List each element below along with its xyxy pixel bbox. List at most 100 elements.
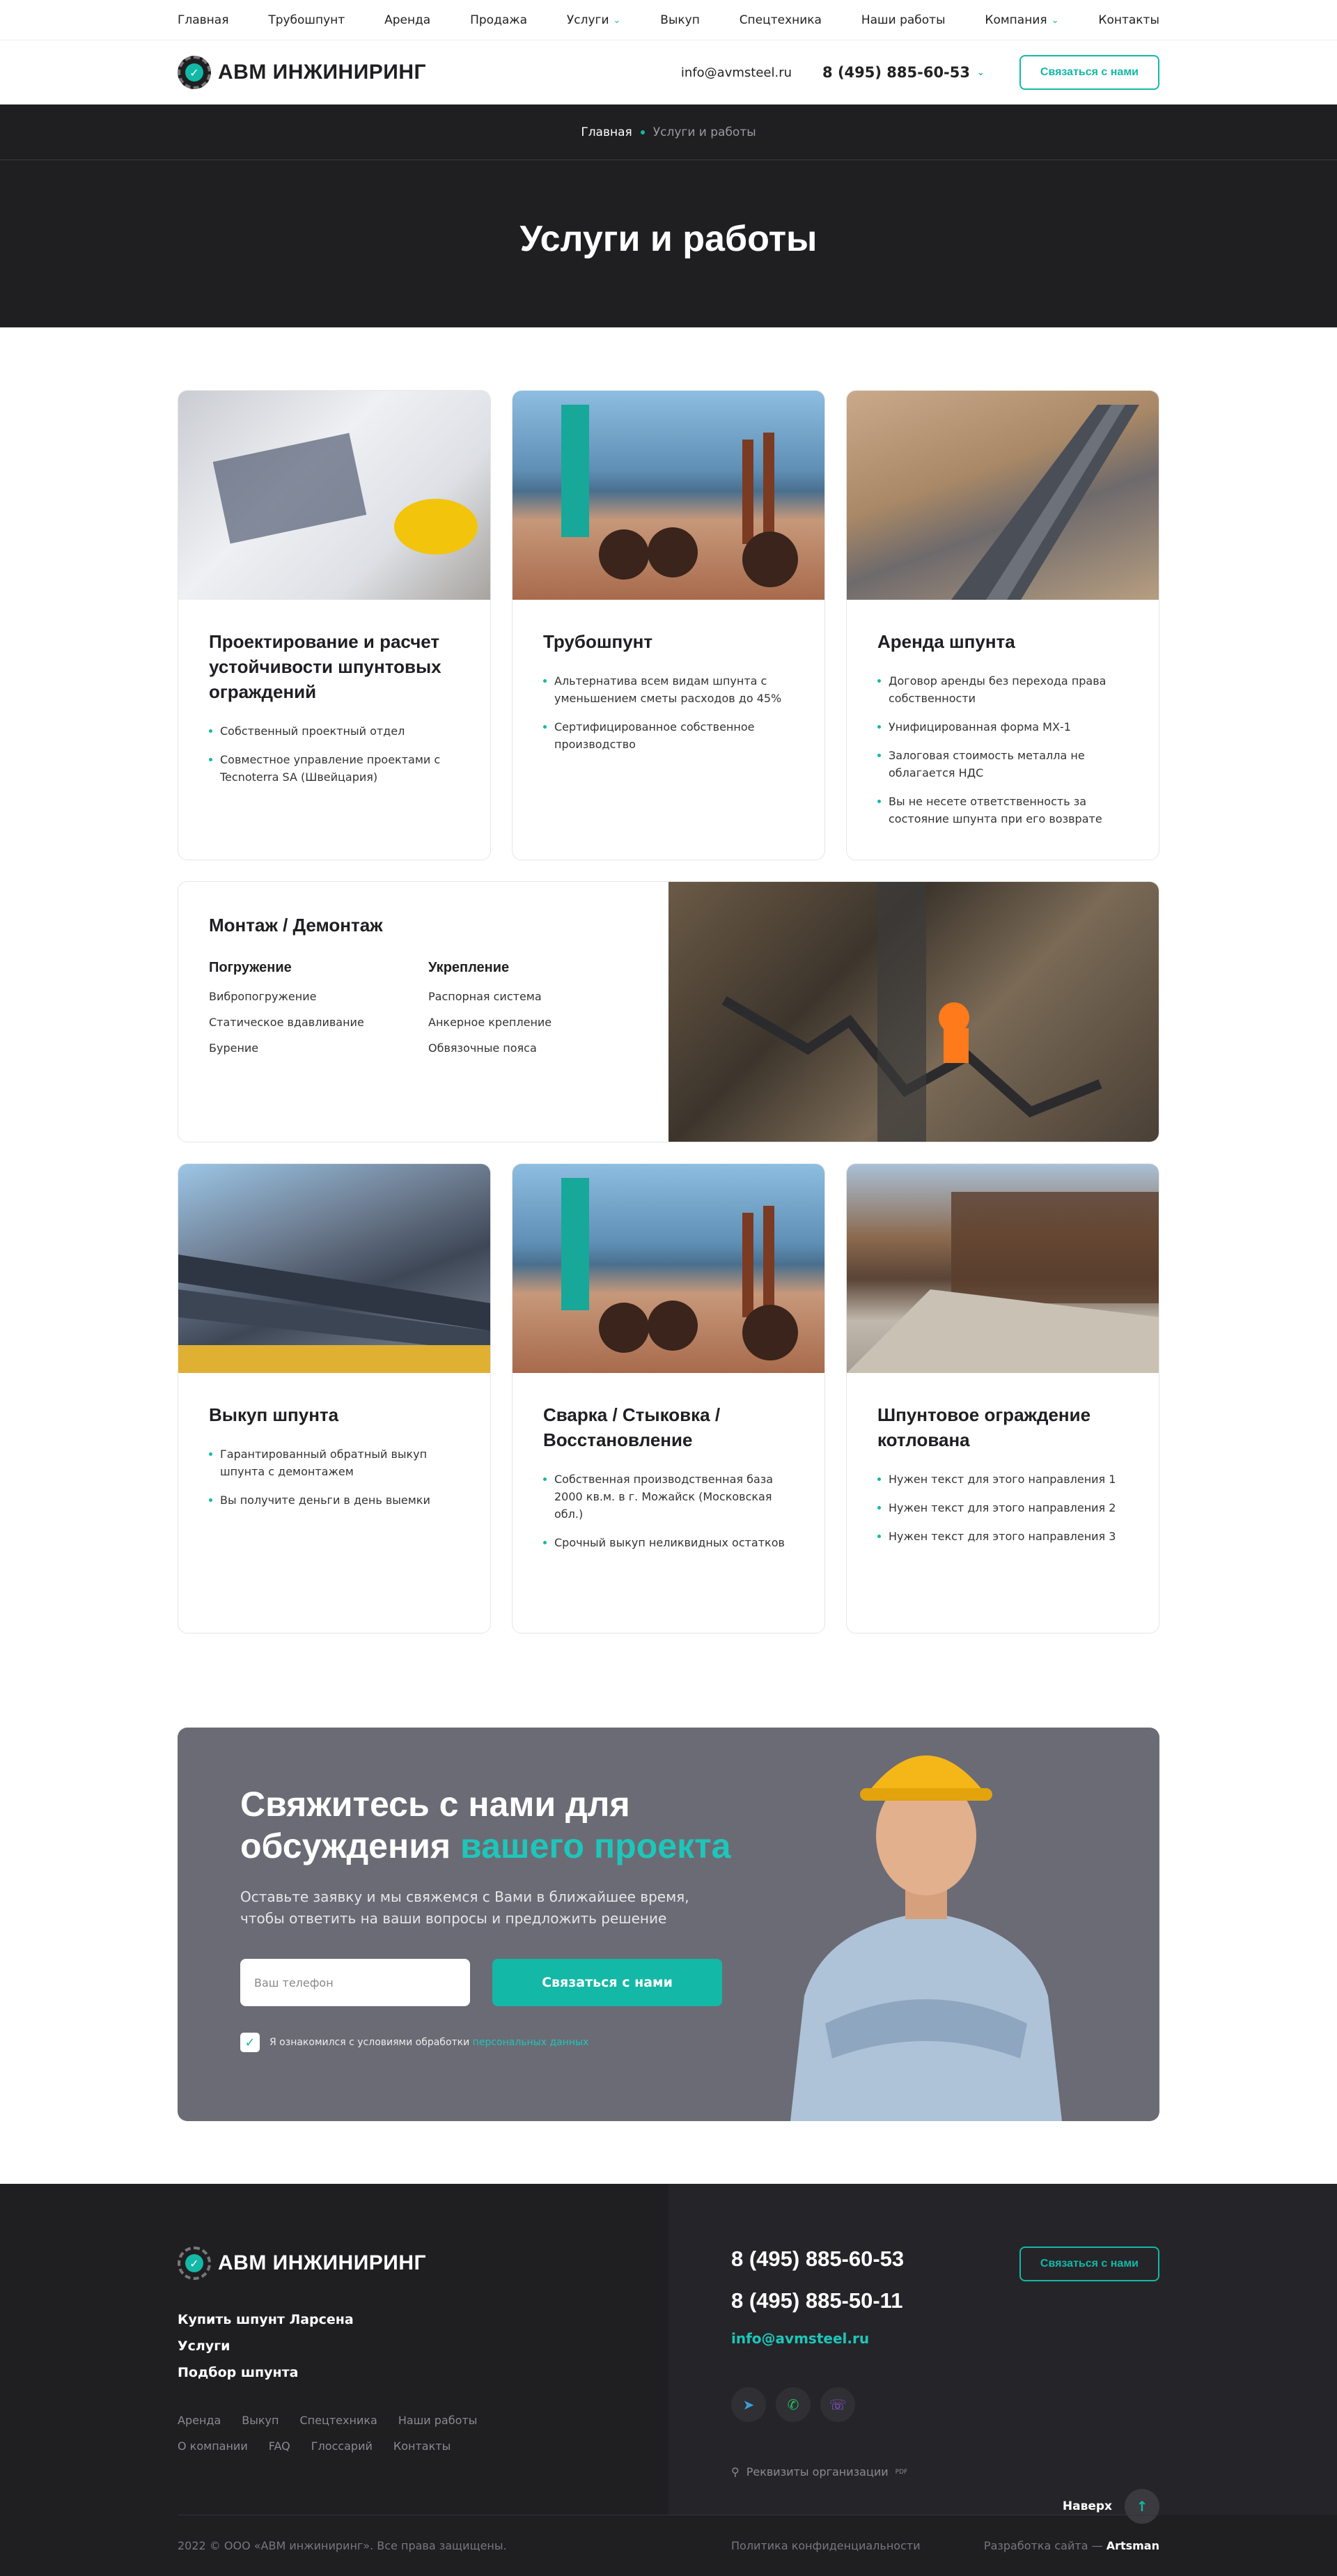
chevron-down-icon: ⌄ [613,15,621,26]
service-features: Гарантированный обратный выкуп шпунта с … [209,1445,460,1509]
consent-checkbox[interactable]: ✓ [240,2033,260,2052]
phone-input[interactable] [240,1959,470,2006]
service-card-design[interactable]: Проектирование и расчет устойчивости шпу… [178,390,491,860]
telegram-icon[interactable]: ➤ [731,2387,766,2422]
service-card-buyback[interactable]: Выкуп шпунта Гарантированный обратный вы… [178,1163,491,1634]
service-card-pipe-pile[interactable]: Трубошпунт Альтернатива всем видам шпунт… [512,390,825,860]
footer-link[interactable]: Подбор шпунта [178,2365,623,2380]
site-header: ✓ АВМ ИНЖИНИРИНГ info@avmsteel.ru 8 (495… [0,40,1337,104]
consent-row: ✓ Я ознакомился с условиями обработки пе… [240,2033,769,2052]
service-image-rent [847,391,1159,600]
mount-column-reinforcement: Укрепление Распорная система Анкерное кр… [428,960,606,1067]
service-title: Сварка / Стыковка / Восстановление [543,1404,721,1450]
nav-item[interactable]: Контакты [1098,13,1159,27]
service-image-mounting [668,882,1159,1142]
service-card-rent[interactable]: Аренда шпунта Договор аренды без переход… [846,390,1159,860]
logo-gear-icon: ✓ [178,2247,211,2280]
page-title: Услуги и работы [519,219,818,259]
feature-item: Совместное управление проектами с Tecnot… [209,751,460,786]
service-image-excavation [847,1164,1159,1373]
nav-item-label: Наши работы [861,13,946,27]
footer-small-link[interactable]: Аренда [178,2414,221,2427]
service-title: Шпунтовое ограждение котлована [877,1404,1091,1450]
mount-item: Распорная система [428,990,542,1003]
mount-item: Обвязочные пояса [428,1041,537,1055]
service-image-design [178,391,490,600]
footer-phone-2[interactable]: 8 (495) 885-50-11 [731,2288,1159,2313]
header-phone[interactable]: 8 (495) 885-60-53 ⌄ [822,64,985,81]
breadcrumb: Главная Услуги и работы [0,104,1337,160]
footer-small-link[interactable]: О компании [178,2439,248,2453]
service-title: Выкуп шпунта [209,1404,339,1425]
nav-item[interactable]: Наши работы [861,13,946,27]
nav-item-label: Главная [178,13,229,27]
requisites-link[interactable]: ⚲ Реквизиты организации PDF [731,2465,1159,2478]
header-contact-button[interactable]: Связаться с нами [1019,55,1159,90]
nav-item[interactable]: Компания ⌄ [985,13,1058,27]
chevron-down-icon: ⌄ [1051,15,1059,26]
feature-item: Вы получите деньги в день выемки [209,1491,460,1509]
service-title: Аренда шпунта [877,631,1015,652]
copyright: 2022 © ООО «АВМ инжиниринг». Все права з… [178,2539,507,2552]
services-grid: Проектирование и расчет устойчивости шпу… [178,390,1159,1634]
footer-email[interactable]: info@avmsteel.ru [731,2330,1159,2347]
cta-submit-button[interactable]: Связаться с нами [492,1959,722,2006]
developer-label: Разработка сайта — [983,2539,1103,2552]
nav-item[interactable]: Главная [178,13,228,27]
viber-icon[interactable]: ☏ [820,2387,855,2422]
nav-item[interactable]: Спецтехника [740,13,822,27]
consent-text: Я ознакомился с условиями обработки перс… [269,2037,588,2048]
whatsapp-icon[interactable]: ✆ [776,2387,811,2422]
footer-logo[interactable]: ✓ АВМ ИНЖИНИРИНГ [178,2247,623,2280]
service-card-mounting[interactable]: Монтаж / Демонтаж Погружение Вибропогруж… [178,881,1159,1142]
breadcrumb-home[interactable]: Главная [581,125,632,139]
service-features: Собственный проектный отдел Совместное у… [209,722,460,786]
nav-item-label: Контакты [1098,13,1159,27]
feature-item: Залоговая стоимость металла не облагаетс… [877,747,1128,782]
nav-item[interactable]: Продажа [470,13,527,27]
service-features: Альтернатива всем видам шпунта с уменьше… [543,672,794,753]
mount-column-title: Погружение [209,960,292,975]
footer-small-link[interactable]: Спецтехника [299,2414,377,2427]
service-image-pipe-pile [513,391,824,600]
footer-small-link[interactable]: FAQ [269,2439,290,2453]
feature-item: Нужен текст для этого направления 2 [877,1499,1128,1516]
footer-small-link[interactable]: Контакты [393,2439,451,2453]
footer-secondary-links: Аренда Выкуп Спецтехника Наши работы О к… [178,2414,540,2453]
feature-item: Собственный проектный отдел [209,722,460,740]
logo[interactable]: ✓ АВМ ИНЖИНИРИНГ [178,56,426,89]
nav-item[interactable]: Трубошпунт [268,13,345,27]
logo-text: АВМ ИНЖИНИРИНГ [218,61,427,84]
nav-item-label: Трубошпунт [268,13,345,27]
paperclip-icon: ⚲ [731,2465,740,2478]
nav-item[interactable]: Выкуп [660,13,700,27]
nav-item-label: Выкуп [660,13,700,27]
nav-item[interactable]: Услуги ⌄ [567,13,621,27]
service-card-excavation[interactable]: Шпунтовое ограждение котлована Нужен тек… [846,1163,1159,1634]
footer-small-link[interactable]: Выкуп [242,2414,279,2427]
header-email-link[interactable]: info@avmsteel.ru [681,65,792,80]
footer-link[interactable]: Купить шпунт Ларсена [178,2312,623,2327]
footer-small-link[interactable]: Глоссарий [311,2439,373,2453]
feature-item: Унифицированная форма МХ-1 [877,718,1128,736]
nav-item-label: Спецтехника [739,13,822,27]
breadcrumb-separator [640,130,645,134]
nav-item[interactable]: Аренда [384,13,430,27]
consent-label: Я ознакомился с условиями обработки [269,2037,470,2048]
footer-contact-button[interactable]: Связаться с нами [1019,2247,1159,2281]
service-card-welding[interactable]: Сварка / Стыковка / Восстановление Собст… [512,1163,825,1634]
page-hero: Главная Услуги и работы Услуги и работы [0,104,1337,327]
worker-image [790,1755,1062,2121]
service-image-welding [513,1164,824,1373]
mount-item: Вибропогружение [209,990,317,1003]
consent-link[interactable]: персональных данных [473,2037,589,2048]
service-features: Собственная производственная база 2000 к… [543,1471,794,1551]
mount-item: Анкерное крепление [428,1016,552,1029]
footer-small-link[interactable]: Наши работы [398,2414,478,2427]
developer-link[interactable]: Artsman [1107,2539,1159,2552]
footer-link[interactable]: Услуги [178,2338,623,2354]
privacy-policy-link[interactable]: Политика конфиденциальности [731,2539,921,2552]
back-to-top-label: Наверх [1062,2499,1112,2513]
footer-bottom: 2022 © ООО «АВМ инжиниринг». Все права з… [178,2515,1159,2576]
feature-item: Гарантированный обратный выкуп шпунта с … [209,1445,460,1480]
